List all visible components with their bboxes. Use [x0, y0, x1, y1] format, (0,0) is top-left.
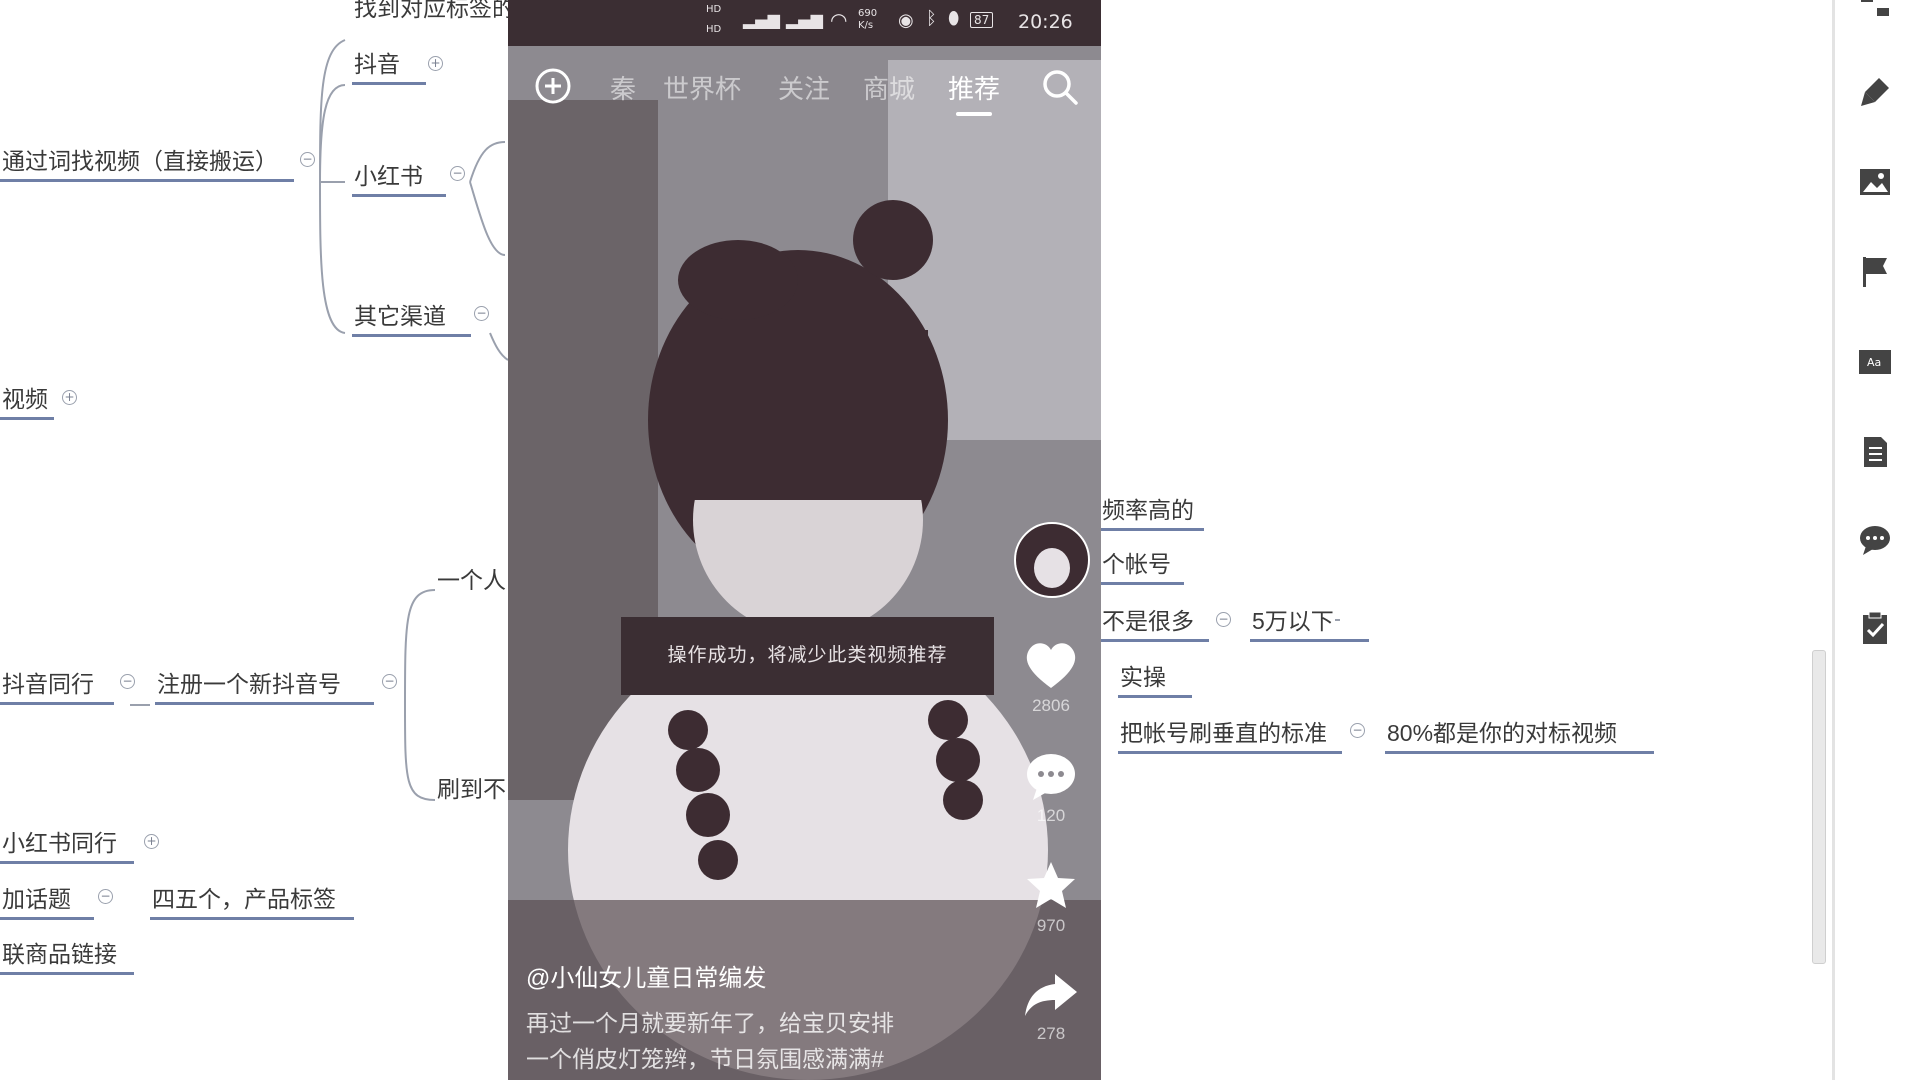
brush-icon[interactable]	[1857, 74, 1893, 110]
node-link-product[interactable]: 联商品链接	[0, 940, 134, 975]
text-style-icon[interactable]: Aa	[1857, 344, 1893, 380]
plus-circle-icon[interactable]	[534, 67, 572, 105]
node-vertical-standard[interactable]: 把帐号刷垂直的标准	[1118, 719, 1342, 754]
node-other-channels[interactable]: 其它渠道	[352, 302, 471, 337]
top-navigation: 秦 世界杯 关注 商城 推荐	[508, 55, 1101, 116]
node-scroll-to[interactable]: 刷到不	[435, 775, 509, 807]
node-xhs-peer[interactable]: 小红书同行	[0, 829, 134, 864]
wifi-icon: ◠	[830, 8, 848, 32]
node-one-person[interactable]: 一个人	[435, 566, 509, 598]
tab-recommend[interactable]: 推荐	[948, 69, 1000, 116]
eye-icon: ◉	[898, 10, 914, 31]
bluetooth-icon: ᛒ	[926, 8, 937, 29]
video-author[interactable]: @小仙女儿童日常编发	[526, 958, 766, 993]
status-bar: HD HD ▂▄▆ ▂▄▆ ◠ 690 K/s ◉ ᛒ ⬮ 87 20:26	[508, 0, 1101, 46]
document-icon[interactable]	[1857, 434, 1893, 470]
node-practice[interactable]: 实操	[1118, 663, 1192, 698]
video-description-line: 再过一个月就要新年了，给宝贝安排	[526, 1010, 894, 1036]
signal-icon: ▂▄▆	[786, 10, 823, 29]
collapse-toggle-icon[interactable]: −	[382, 674, 397, 689]
clipboard-check-icon[interactable]	[1857, 610, 1893, 646]
node-under-50k[interactable]: 5万以下	[1250, 607, 1369, 642]
chat-icon[interactable]	[1857, 522, 1893, 558]
favorite-count: 970	[1036, 916, 1066, 935]
node-high-freq[interactable]: 频率高的	[1100, 496, 1204, 531]
svg-text:Aa: Aa	[1867, 356, 1881, 369]
node-douyin[interactable]: 抖音	[352, 50, 426, 85]
collapse-toggle-icon[interactable]: −	[1216, 612, 1231, 627]
hd-indicator: HD	[706, 4, 722, 15]
expand-toggle-icon[interactable]: +	[428, 56, 443, 71]
expand-toggle-icon[interactable]: +	[144, 834, 159, 849]
tab-qin[interactable]: 秦	[610, 69, 636, 106]
hd-indicator: HD	[706, 24, 722, 35]
collapse-toggle-icon[interactable]: −	[474, 306, 489, 321]
node-find-by-word[interactable]: 通过词找视频（直接搬运）	[0, 147, 294, 182]
node-add-topic[interactable]: 加话题	[0, 885, 94, 920]
node-xiaohongshu[interactable]: 小红书	[352, 162, 446, 197]
signal-icon: ▂▄▆	[743, 10, 780, 29]
comment-icon[interactable]	[1021, 748, 1081, 804]
video-frame[interactable]	[508, 0, 1101, 1080]
comment-count: 120	[1036, 806, 1066, 825]
network-speed: 690 K/s	[858, 8, 878, 31]
node-account[interactable]: 个帐号	[1100, 550, 1184, 585]
toast-message: 操作成功，将减少此类视频推荐	[621, 617, 994, 695]
tab-world-cup[interactable]: 世界杯	[663, 69, 741, 106]
node-eighty-percent[interactable]: 80%都是你的对标视频	[1385, 719, 1654, 754]
outline-icon[interactable]	[1857, 0, 1893, 26]
image-icon[interactable]	[1857, 164, 1893, 200]
like-count: 2806	[1032, 696, 1070, 715]
node-find-tag[interactable]: 找到对应标签的	[352, 0, 517, 26]
right-toolbar: Aa	[1832, 0, 1910, 1080]
expand-toggle-icon[interactable]: +	[62, 390, 77, 405]
avatar[interactable]	[1014, 522, 1090, 598]
node-not-many[interactable]: 不是很多	[1100, 607, 1209, 642]
node-douyin-peer[interactable]: 抖音同行	[0, 670, 114, 705]
video-description-line: 一个俏皮灯笼辫，节日氛围感满满#	[526, 1046, 884, 1072]
tab-mall[interactable]: 商城	[863, 69, 915, 106]
share-icon[interactable]	[1021, 966, 1081, 1022]
collapse-toggle-icon[interactable]: −	[1350, 723, 1365, 738]
node-four-five-tags[interactable]: 四五个，产品标签	[150, 885, 354, 920]
screen: 找到对应标签的 抖音 + 通过词找视频（直接搬运） − 小红书 − 其它渠道 −…	[0, 0, 1910, 1080]
vertical-scrollbar[interactable]	[1812, 650, 1826, 964]
collapse-toggle-icon[interactable]: −	[300, 152, 315, 167]
clock: 20:26	[1018, 11, 1073, 33]
collapse-toggle-icon[interactable]: −	[120, 674, 135, 689]
node-register-new[interactable]: 注册一个新抖音号	[155, 670, 374, 705]
search-icon[interactable]	[1040, 67, 1080, 107]
tab-following[interactable]: 关注	[778, 69, 830, 106]
share-count: 278	[1036, 1024, 1066, 1043]
collapse-toggle-icon[interactable]: −	[98, 889, 113, 904]
phone-screen[interactable]: HD HD ▂▄▆ ▂▄▆ ◠ 690 K/s ◉ ᛒ ⬮ 87 20:26 秦…	[508, 0, 1101, 1080]
node-video[interactable]: 视频	[0, 385, 54, 420]
star-icon[interactable]	[1021, 858, 1081, 914]
heart-icon[interactable]	[1021, 636, 1081, 692]
collapse-toggle-icon[interactable]: −	[450, 166, 465, 181]
location-icon: ⬮	[948, 8, 960, 29]
battery-indicator: 87	[970, 12, 994, 28]
flag-icon[interactable]	[1857, 254, 1893, 290]
